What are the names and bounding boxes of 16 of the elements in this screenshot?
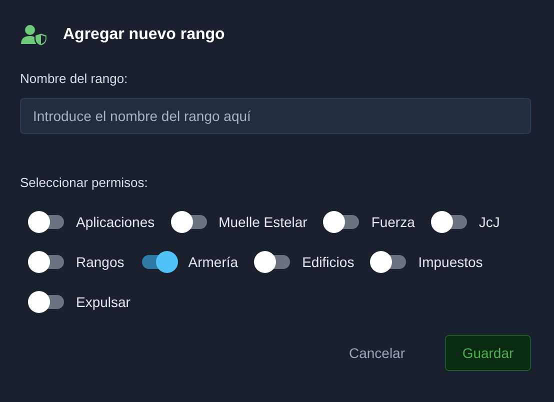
permission-label: JcJ — [478, 212, 500, 232]
field-label: Nombre del rango: — [20, 70, 129, 88]
cancel-button[interactable]: Cancelar — [348, 336, 405, 370]
permission-label: Aplicaciones — [76, 212, 155, 232]
permission-label: Muelle Estelar — [218, 212, 308, 232]
permission-label: Impuestos — [418, 252, 483, 272]
permission-label: Fuerza — [371, 212, 415, 232]
permission-label: Armería — [188, 252, 238, 272]
user-shield-icon — [21, 24, 47, 46]
section-label: Seleccionar permisos: — [20, 174, 149, 192]
permission-label: Expulsar — [76, 292, 130, 312]
permission-label: Edificios — [302, 252, 354, 272]
permission-label: Rangos — [76, 252, 124, 272]
save-button[interactable]: Guardar — [445, 335, 531, 371]
dialog-title: Agregar nuevo rango — [63, 25, 225, 45]
name-input-field[interactable]: Introduce el nombre del rango aquí — [20, 98, 531, 134]
